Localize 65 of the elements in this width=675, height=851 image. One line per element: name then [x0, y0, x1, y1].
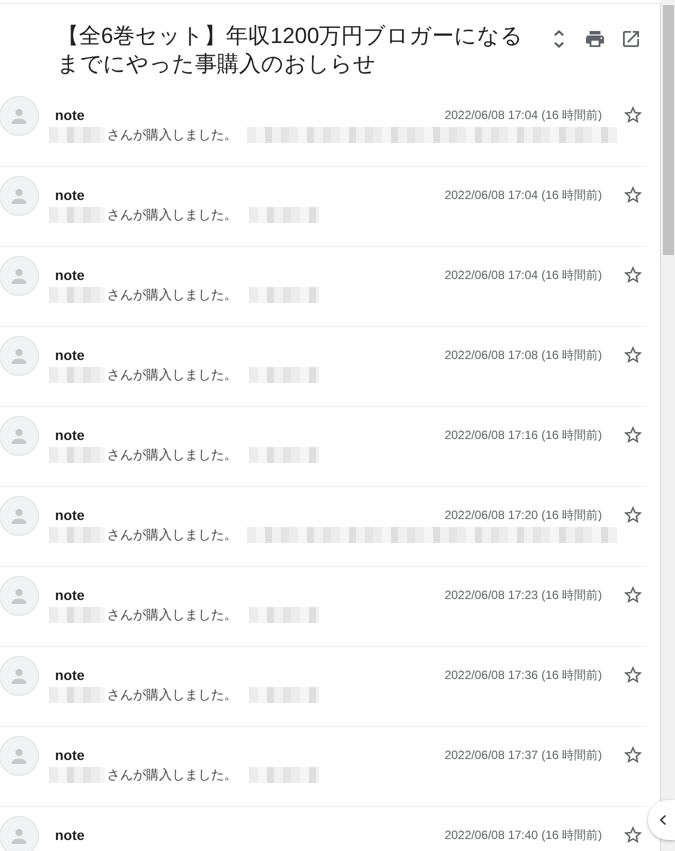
pixelated-block — [49, 367, 105, 383]
open-in-new-window-icon[interactable] — [623, 31, 639, 47]
message-date: 2022/06/08 17:04 (16 時間前) — [444, 187, 602, 204]
pixelated-block — [49, 767, 105, 783]
sender-name: note — [55, 186, 85, 205]
star-icon[interactable] — [624, 826, 642, 843]
email-subject: 【全6巻セット】年収1200万円ブロガーになるまでにやった事購入のおしらせ — [57, 22, 524, 78]
avatar-icon — [0, 336, 39, 376]
message-snippet: さんが購入しました。 — [107, 366, 237, 384]
sender-name: note — [55, 746, 85, 765]
star-icon[interactable] — [624, 346, 642, 363]
sender-name: note — [55, 586, 85, 605]
chevron-left-icon — [660, 815, 666, 825]
avatar-icon — [0, 176, 39, 216]
avatar-icon — [0, 416, 39, 456]
message-date: 2022/06/08 17:36 (16 時間前) — [444, 667, 602, 684]
expand-all-icon[interactable] — [554, 30, 564, 48]
star-icon[interactable] — [624, 106, 642, 123]
message-snippet: さんが購入しました。 — [107, 686, 237, 704]
message-date: 2022/06/08 17:37 (16 時間前) — [444, 747, 602, 764]
message-date: 2022/06/08 17:04 (16 時間前) — [444, 267, 602, 284]
pixelated-block — [49, 527, 105, 543]
star-icon[interactable] — [624, 506, 642, 523]
star-icon[interactable] — [624, 746, 642, 763]
pixelated-block — [49, 207, 105, 223]
scrollbar-thumb[interactable] — [663, 5, 674, 255]
sender-name: note — [55, 426, 85, 445]
avatar-icon — [0, 736, 39, 776]
sender-name: note — [55, 106, 85, 125]
star-icon[interactable] — [624, 586, 642, 603]
message-date: 2022/06/08 17:16 (16 時間前) — [444, 427, 602, 444]
star-icon[interactable] — [624, 426, 642, 443]
sender-name: note — [55, 826, 85, 845]
message-date: 2022/06/08 17:20 (16 時間前) — [444, 507, 602, 524]
message-snippet: さんが購入しました。 — [107, 286, 237, 304]
avatar-icon — [0, 816, 39, 851]
message-snippet: さんが購入しました。 — [107, 526, 237, 544]
sender-name: note — [55, 266, 85, 285]
avatar-icon — [0, 496, 39, 536]
avatar-icon — [0, 576, 39, 616]
pixelated-block — [49, 287, 105, 303]
message-date: 2022/06/08 17:23 (16 時間前) — [444, 587, 602, 604]
message-snippet: さんが購入しました。 — [107, 446, 237, 464]
sender-name: note — [55, 506, 85, 525]
star-icon[interactable] — [624, 186, 642, 203]
pixelated-block — [49, 607, 105, 623]
sender-name: note — [55, 666, 85, 685]
message-date: 2022/06/08 17:08 (16 時間前) — [444, 347, 602, 364]
avatar-icon — [0, 96, 39, 136]
message-date: 2022/06/08 17:04 (16 時間前) — [444, 107, 602, 124]
message-snippet: さんが購入しました。 — [107, 606, 237, 624]
pixelated-block — [49, 687, 105, 703]
avatar-icon — [0, 656, 39, 696]
message-snippet: さんが購入しました。 — [107, 206, 237, 224]
message-date: 2022/06/08 17:40 (16 時間前) — [444, 827, 602, 844]
message-snippet: さんが購入しました。 — [107, 766, 237, 784]
avatar-icon — [0, 256, 39, 296]
pixelated-block — [49, 127, 105, 143]
side-panel-toggle[interactable] — [648, 800, 675, 840]
print-icon[interactable] — [586, 31, 604, 47]
star-icon[interactable] — [624, 666, 642, 683]
pixelated-block — [49, 447, 105, 463]
message-snippet: さんが購入しました。 — [107, 126, 237, 144]
star-icon[interactable] — [624, 266, 642, 283]
sender-name: note — [55, 346, 85, 365]
